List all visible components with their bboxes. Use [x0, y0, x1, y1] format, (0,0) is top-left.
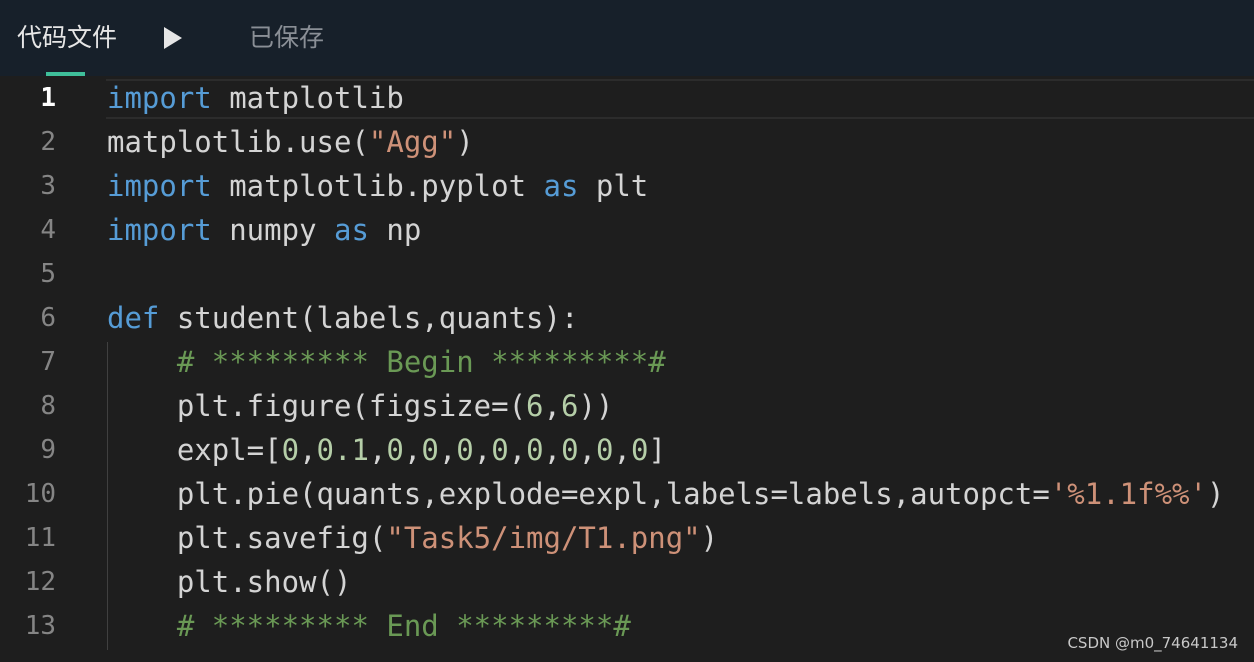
line-number: 2 [40, 127, 56, 157]
line-number: 5 [40, 259, 56, 289]
code-editor[interactable]: 1 2 3 4 5 6 7 8 9 10 11 12 13 import mat… [0, 76, 1254, 662]
watermark: CSDN @m0_74641134 [1067, 634, 1238, 652]
line-number: 13 [24, 611, 56, 641]
file-tab[interactable]: 代码文件 [17, 20, 117, 56]
code-line[interactable]: import numpy as np [107, 208, 421, 252]
line-number: 4 [40, 215, 56, 245]
code-line[interactable]: import matplotlib [107, 76, 404, 120]
line-number: 3 [40, 171, 56, 201]
line-number: 1 [40, 83, 56, 113]
code-line[interactable]: # ********* Begin *********# [107, 340, 666, 384]
code-line[interactable]: plt.savefig("Task5/img/T1.png") [107, 516, 718, 560]
code-line[interactable]: plt.figure(figsize=(6,6)) [107, 384, 614, 428]
line-number: 6 [40, 303, 56, 333]
code-line[interactable]: expl=[0,0.1,0,0,0,0,0,0,0,0] [107, 428, 666, 472]
save-status: 已保存 [249, 23, 325, 52]
code-line[interactable]: import matplotlib.pyplot as plt [107, 164, 648, 208]
line-number: 7 [40, 347, 56, 377]
line-number: 12 [24, 567, 56, 597]
code-line[interactable]: def student(labels,quants): [107, 296, 578, 340]
line-number: 8 [40, 391, 56, 421]
code-line[interactable]: # ********* End *********# [107, 604, 631, 648]
code-line[interactable]: matplotlib.use("Agg") [107, 120, 474, 164]
line-number: 11 [24, 523, 56, 553]
code-line[interactable]: plt.pie(quants,explode=expl,labels=label… [107, 472, 1225, 516]
play-icon[interactable] [162, 25, 184, 51]
line-number: 10 [24, 479, 56, 509]
code-line[interactable]: plt.show() [107, 560, 352, 604]
editor-header: 代码文件 已保存 [0, 0, 1254, 76]
line-number: 9 [40, 435, 56, 465]
